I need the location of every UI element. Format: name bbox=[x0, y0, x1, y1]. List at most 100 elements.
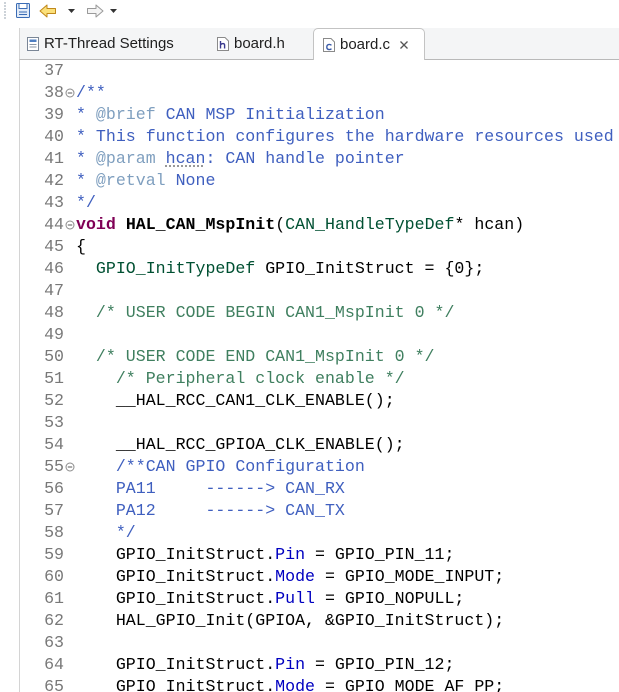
code-text[interactable]: /* USER CODE END CAN1_MspInit 0 */ bbox=[76, 346, 435, 368]
line-number: 61 bbox=[44, 589, 64, 608]
code-text[interactable]: /** bbox=[76, 82, 106, 104]
editor-tab-strip: RT-Thread Settings board.h board.c bbox=[19, 28, 619, 60]
code-text[interactable]: PA12 ------> CAN_TX bbox=[76, 500, 345, 522]
line-number: 64 bbox=[44, 655, 64, 674]
code-line[interactable]: 47 bbox=[20, 280, 619, 302]
code-token: GPIO_InitStruct. bbox=[76, 677, 276, 692]
code-text[interactable]: * @param hcan: CAN handle pointer bbox=[76, 148, 405, 170]
code-text[interactable]: GPIO_InitStruct.Mode = GPIO_MODE_AF_PP; bbox=[76, 676, 504, 692]
back-button[interactable] bbox=[39, 3, 57, 19]
code-token: * bbox=[76, 171, 96, 190]
forward-arrow-icon bbox=[87, 4, 104, 18]
code-token: Mode bbox=[275, 567, 316, 586]
code-line[interactable]: 57 PA12 ------> CAN_TX bbox=[20, 500, 619, 522]
code-text[interactable]: void HAL_CAN_MspInit(CAN_HandleTypeDef* … bbox=[76, 214, 524, 236]
code-text[interactable]: GPIO_InitStruct.Pin = GPIO_PIN_12; bbox=[76, 654, 455, 676]
close-icon[interactable] bbox=[399, 40, 409, 50]
code-line[interactable]: 61 GPIO_InitStruct.Pull = GPIO_NOPULL; bbox=[20, 588, 619, 610]
code-text[interactable]: GPIO_InitStruct.Mode = GPIO_MODE_INPUT; bbox=[76, 566, 504, 588]
code-line[interactable]: 58 */ bbox=[20, 522, 619, 544]
code-line[interactable]: 40 * This function configures the hardwar… bbox=[20, 126, 619, 148]
code-line[interactable]: 41 * @param hcan: CAN handle pointer bbox=[20, 148, 619, 170]
code-line[interactable]: 60 GPIO_InitStruct.Mode = GPIO_MODE_INPU… bbox=[20, 566, 619, 588]
code-token: @param bbox=[95, 149, 156, 168]
toolbar-grip-icon[interactable] bbox=[3, 2, 7, 20]
code-line[interactable]: 65 GPIO_InitStruct.Mode = GPIO_MODE_AF_P… bbox=[20, 676, 619, 692]
code-lines[interactable]: 37 38 /** 39 * @brief CAN MSP Initialization… bbox=[20, 60, 619, 692]
code-line[interactable]: 37 bbox=[20, 60, 619, 82]
forward-button[interactable] bbox=[86, 3, 104, 19]
code-line[interactable]: 46 GPIO_InitTypeDef GPIO_InitStruct = {0… bbox=[20, 258, 619, 280]
tab-rt-thread-settings[interactable]: RT-Thread Settings bbox=[20, 29, 208, 58]
fold-collapse-icon[interactable] bbox=[64, 82, 76, 104]
code-line[interactable]: 43 */ bbox=[20, 192, 619, 214]
code-text[interactable]: __HAL_RCC_GPIOA_CLK_ENABLE(); bbox=[76, 434, 405, 456]
code-line[interactable]: 45 { bbox=[20, 236, 619, 258]
code-line[interactable]: 48 /* USER CODE BEGIN CAN1_MspInit 0 */ bbox=[20, 302, 619, 324]
code-text[interactable]: PA11 ------> CAN_RX bbox=[76, 478, 345, 500]
fold-gutter bbox=[64, 676, 76, 692]
code-line[interactable]: 51 /* Peripheral clock enable */ bbox=[20, 368, 619, 390]
line-number: 48 bbox=[44, 303, 64, 322]
back-history-dropdown[interactable] bbox=[68, 9, 75, 13]
code-token: CAN MSP Initialization bbox=[155, 105, 385, 124]
code-token: /** bbox=[76, 83, 106, 102]
fold-collapse-icon[interactable] bbox=[64, 456, 76, 478]
code-text[interactable]: GPIO_InitStruct.Pin = GPIO_PIN_11; bbox=[76, 544, 455, 566]
code-text[interactable]: GPIO_InitStruct.Pull = GPIO_NOPULL; bbox=[76, 588, 465, 610]
line-number: 56 bbox=[44, 479, 64, 498]
code-line[interactable]: 49 bbox=[20, 324, 619, 346]
code-text[interactable]: * This function configures the hardware … bbox=[76, 126, 614, 148]
code-token: GPIO_InitStruct. bbox=[76, 589, 276, 608]
code-line[interactable]: 62 HAL_GPIO_Init(GPIOA, &GPIO_InitStruct… bbox=[20, 610, 619, 632]
code-line[interactable]: 39 * @brief CAN MSP Initialization bbox=[20, 104, 619, 126]
fold-gutter bbox=[64, 478, 76, 500]
code-text[interactable]: /* USER CODE BEGIN CAN1_MspInit 0 */ bbox=[76, 302, 454, 324]
tab-board-c[interactable]: board.c bbox=[313, 28, 425, 60]
code-line[interactable]: 59 GPIO_InitStruct.Pin = GPIO_PIN_11; bbox=[20, 544, 619, 566]
code-token: = GPIO_PIN_12; bbox=[305, 655, 455, 674]
code-text[interactable]: HAL_GPIO_Init(GPIOA, &GPIO_InitStruct); bbox=[76, 610, 504, 632]
code-token: CAN_HandleTypeDef bbox=[285, 215, 455, 234]
line-number: 59 bbox=[44, 545, 64, 564]
fold-gutter bbox=[64, 434, 76, 456]
code-text[interactable]: /**CAN GPIO Configuration bbox=[76, 456, 365, 478]
code-text[interactable]: GPIO_InitTypeDef GPIO_InitStruct = {0}; bbox=[76, 258, 484, 280]
save-button[interactable] bbox=[15, 2, 31, 19]
code-text[interactable]: { bbox=[76, 236, 86, 258]
code-line[interactable]: 50 /* USER CODE END CAN1_MspInit 0 */ bbox=[20, 346, 619, 368]
code-line[interactable]: 53 bbox=[20, 412, 619, 434]
fold-gutter bbox=[64, 192, 76, 214]
line-number: 38 bbox=[44, 83, 64, 102]
code-line[interactable]: 52 __HAL_RCC_CAN1_CLK_ENABLE(); bbox=[20, 390, 619, 412]
code-editor[interactable]: 37 38 /** 39 * @brief CAN MSP Initialization… bbox=[19, 59, 619, 692]
code-line[interactable]: 55 /**CAN GPIO Configuration bbox=[20, 456, 619, 478]
code-text[interactable]: */ bbox=[76, 192, 96, 214]
code-line[interactable]: 38 /** bbox=[20, 82, 619, 104]
fold-gutter bbox=[64, 544, 76, 566]
fold-collapse-icon[interactable] bbox=[64, 214, 76, 236]
fold-gutter bbox=[64, 236, 76, 258]
line-number: 54 bbox=[44, 435, 64, 454]
code-line[interactable]: 63 bbox=[20, 632, 619, 654]
back-arrow-icon bbox=[39, 4, 56, 18]
code-line[interactable]: 64 GPIO_InitStruct.Pin = GPIO_PIN_12; bbox=[20, 654, 619, 676]
code-token: PA12 ------> CAN_TX bbox=[76, 501, 345, 520]
code-text[interactable]: */ bbox=[76, 522, 136, 544]
code-token: GPIO_InitStruct = {0}; bbox=[255, 259, 485, 278]
code-line[interactable]: 44 void HAL_CAN_MspInit(CAN_HandleTypeDef… bbox=[20, 214, 619, 236]
line-number: 46 bbox=[44, 259, 64, 278]
code-text[interactable]: * @retval None bbox=[76, 170, 215, 192]
code-token: PA11 ------> CAN_RX bbox=[76, 479, 345, 498]
fold-gutter bbox=[64, 104, 76, 126]
code-text[interactable]: __HAL_RCC_CAN1_CLK_ENABLE(); bbox=[76, 390, 395, 412]
code-token: __HAL_RCC_CAN1_CLK_ENABLE(); bbox=[76, 391, 395, 410]
tab-board-h[interactable]: board.h bbox=[210, 29, 310, 58]
code-text[interactable]: * @brief CAN MSP Initialization bbox=[76, 104, 385, 126]
code-line[interactable]: 54 __HAL_RCC_GPIOA_CLK_ENABLE(); bbox=[20, 434, 619, 456]
code-line[interactable]: 42 * @retval None bbox=[20, 170, 619, 192]
code-line[interactable]: 56 PA11 ------> CAN_RX bbox=[20, 478, 619, 500]
forward-history-dropdown[interactable] bbox=[110, 9, 117, 13]
code-text[interactable]: /* Peripheral clock enable */ bbox=[76, 368, 405, 390]
line-number: 52 bbox=[44, 391, 64, 410]
